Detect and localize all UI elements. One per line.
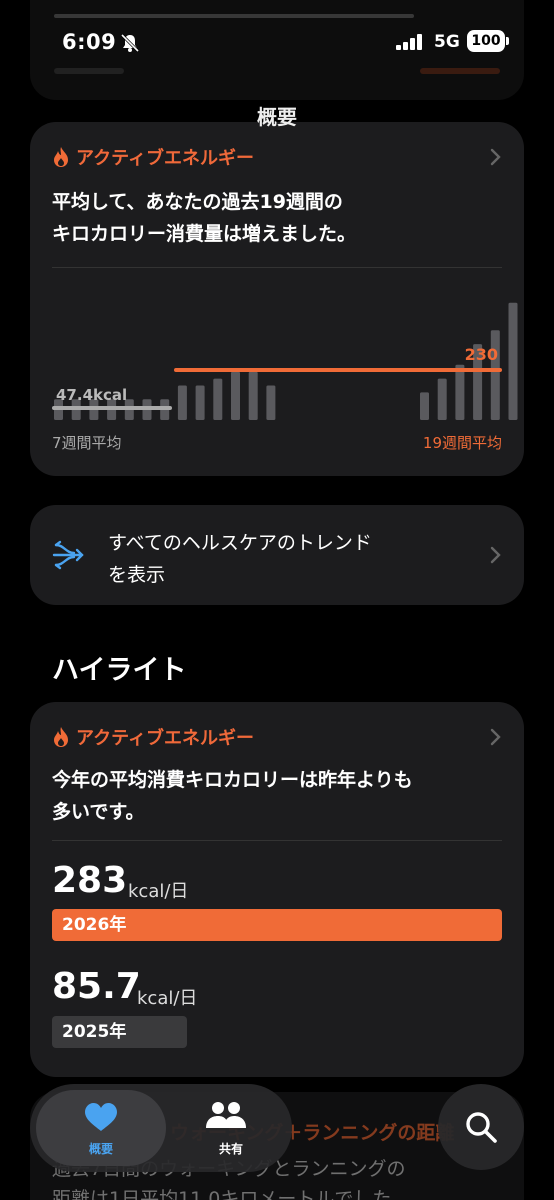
previous-year-bar: 2025年 xyxy=(52,1016,187,1048)
current-year-value: 283 xyxy=(52,860,128,901)
chart-bar-previous xyxy=(266,385,276,420)
active-energy-trend-card[interactable]: アクティブエネルギー 平均して、あなたの過去19週間の キロカロリー消費量は増え… xyxy=(30,122,524,476)
chart-bar-previous xyxy=(213,378,223,420)
signal-icon xyxy=(396,34,426,50)
card-header: アクティブエネルギー xyxy=(52,724,254,750)
tab-summary[interactable]: 概要 xyxy=(36,1090,166,1166)
tab-label: 共有 xyxy=(218,1142,243,1156)
tab-bar: 概要 共有 xyxy=(30,1084,292,1172)
battery-indicator: 100 xyxy=(467,30,509,52)
chart-right-label: 19週間平均 xyxy=(423,434,502,452)
status-time: 6:09 xyxy=(62,30,117,54)
highlights-title: ハイライト xyxy=(52,655,187,686)
chevron-right-icon xyxy=(490,546,501,564)
tab-sharing[interactable]: 共有 xyxy=(176,1090,286,1166)
all-trends-label: すべてのヘルスケアのトレンド を表示 xyxy=(108,532,372,586)
previous-year-value: 85.7 xyxy=(52,966,141,1007)
chart-bar-recent xyxy=(420,392,429,420)
chart-bar-recent xyxy=(508,302,518,420)
trend-arrows-icon xyxy=(52,540,84,570)
chevron-right-icon xyxy=(490,728,501,746)
status-bar: 6:09 5G 100 xyxy=(0,0,554,84)
current-year-unit: kcal/日 xyxy=(128,881,189,902)
chart-avg-label-previous: 47.4kcal xyxy=(56,386,127,404)
card-headline: 今年の平均消費キロカロリーは昨年よりも 多いです。 xyxy=(52,769,413,823)
chart-bar-recent xyxy=(437,378,447,420)
current-year-bar: 2026年 xyxy=(52,909,502,941)
chart-left-label: 7週間平均 xyxy=(52,434,122,452)
search-button[interactable] xyxy=(438,1084,524,1170)
previous-year-unit: kcal/日 xyxy=(137,988,198,1009)
heart-icon xyxy=(85,1103,117,1131)
search-icon xyxy=(466,1112,497,1143)
flame-icon xyxy=(54,727,68,747)
card-category: アクティブエネルギー xyxy=(76,728,255,749)
chart-bar-recent xyxy=(490,330,500,420)
chart-bar-recent xyxy=(455,364,465,420)
chart-bar-previous xyxy=(195,385,205,420)
network-type: 5G xyxy=(434,32,460,52)
all-trends-card[interactable]: すべてのヘルスケアのトレンド を表示 xyxy=(30,505,524,605)
trend-chart: 47.4kcal 230 7週間平均 19週間平均 xyxy=(52,302,518,452)
chart-avg-label-recent: 230 xyxy=(465,345,498,364)
chart-bar-previous xyxy=(248,371,258,420)
page-title: 概要 xyxy=(257,105,297,129)
chart-bar-previous xyxy=(231,371,240,420)
bell-muted-icon xyxy=(120,33,140,53)
active-energy-highlight-card[interactable]: アクティブエネルギー 今年の平均消費キロカロリーは昨年よりも 多いです。 283… xyxy=(30,702,524,1077)
tab-label: 概要 xyxy=(88,1142,113,1156)
card-divider xyxy=(52,840,502,841)
chart-bar-previous xyxy=(177,385,187,420)
people-icon xyxy=(206,1102,246,1128)
